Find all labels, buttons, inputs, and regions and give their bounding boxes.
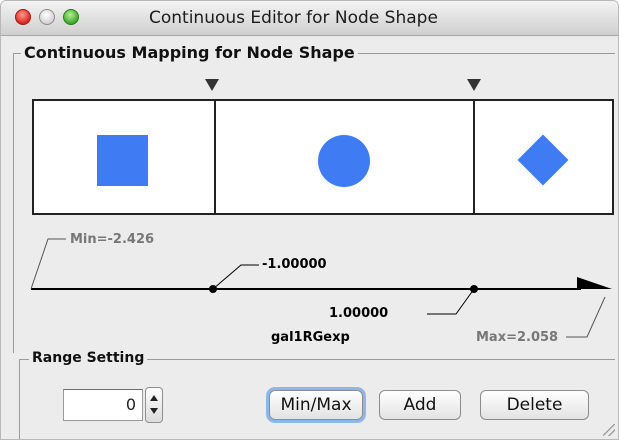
attribute-label: gal1RGexp (271, 330, 350, 345)
range-stepper[interactable] (145, 387, 163, 423)
delete-button[interactable]: Delete (480, 390, 589, 420)
min-label: Min=-2.426 (70, 232, 155, 247)
min-max-button[interactable]: Min/Max (269, 390, 363, 420)
point1-callout (212, 264, 259, 290)
point1-label: -1.00000 (262, 257, 327, 272)
point1-dot[interactable] (209, 285, 217, 293)
range-setting-label: Range Setting (29, 350, 148, 366)
resize-grip-icon[interactable] (603, 424, 615, 436)
point2-dot[interactable] (470, 285, 478, 293)
add-button[interactable]: Add (379, 390, 461, 420)
point2-label: 1.00000 (329, 306, 389, 321)
stepper-down-icon[interactable] (150, 408, 158, 414)
min-callout (30, 238, 66, 290)
editor-window: Continuous Editor for Node Shape Continu… (0, 0, 619, 440)
range-value-field[interactable]: 0 (63, 389, 143, 421)
axis-arrow-icon (577, 277, 612, 289)
max-callout (566, 296, 606, 338)
point2-callout (427, 288, 475, 315)
max-label: Max=2.058 (476, 330, 559, 345)
stepper-up-icon[interactable] (150, 395, 158, 401)
